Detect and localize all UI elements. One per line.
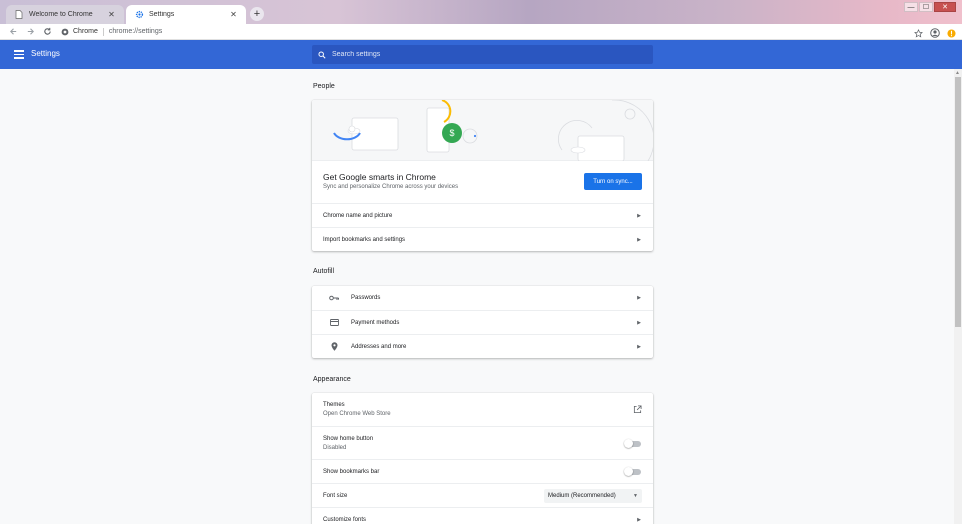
close-icon[interactable]: ✕ bbox=[107, 10, 116, 19]
page-title: Settings bbox=[31, 49, 60, 58]
minimize-button[interactable]: — bbox=[904, 2, 918, 12]
tab-title: Welcome to Chrome bbox=[29, 11, 93, 18]
settings-content: People $ Get Google smarts in Chrome Syn… bbox=[0, 69, 954, 524]
row-label: Chrome name and picture bbox=[323, 212, 393, 219]
row-payment-methods[interactable]: Payment methods ▶ bbox=[312, 310, 653, 334]
settings-header: Settings bbox=[0, 40, 962, 69]
chevron-right-icon: ▶ bbox=[637, 319, 641, 326]
row-label: Import bookmarks and settings bbox=[323, 236, 406, 243]
window-controls: — ☐ ✕ bbox=[904, 2, 956, 12]
hamburger-menu-icon[interactable] bbox=[14, 50, 24, 59]
search-icon bbox=[318, 46, 326, 64]
omnibox-url: chrome://settings bbox=[108, 28, 163, 35]
tab-strip: Welcome to Chrome ✕ Settings ✕ + — ☐ ✕ bbox=[0, 0, 962, 24]
section-title-autofill: Autofill bbox=[313, 268, 335, 275]
forward-arrow-icon[interactable] bbox=[23, 25, 37, 39]
key-icon bbox=[328, 295, 340, 301]
row-label: Show home button bbox=[323, 435, 374, 442]
reload-icon[interactable] bbox=[40, 25, 54, 39]
row-label: Themes bbox=[323, 402, 345, 408]
row-addresses[interactable]: Addresses and more ▶ bbox=[312, 334, 653, 358]
row-customize-fonts[interactable]: Customize fonts ▶ bbox=[312, 507, 653, 524]
chevron-right-icon: ▶ bbox=[637, 343, 641, 350]
section-title-appearance: Appearance bbox=[313, 376, 351, 383]
font-size-select[interactable]: Medium (Recommended) ▼ bbox=[544, 489, 642, 503]
sync-illustration-graphic: $ bbox=[333, 100, 653, 162]
row-chrome-name-picture[interactable]: Chrome name and picture ▶ bbox=[312, 203, 653, 227]
document-icon bbox=[14, 10, 24, 20]
section-title-people: People bbox=[313, 83, 335, 90]
new-tab-button[interactable]: + bbox=[250, 7, 264, 21]
chevron-right-icon: ▶ bbox=[637, 516, 641, 523]
chevron-right-icon: ▶ bbox=[637, 236, 641, 243]
row-font-size: Font size Medium (Recommended) ▼ bbox=[312, 483, 653, 507]
chevron-down-icon: ▼ bbox=[633, 493, 638, 499]
location-pin-icon bbox=[328, 342, 340, 351]
external-link-icon[interactable] bbox=[633, 405, 642, 414]
row-label: Passwords bbox=[351, 295, 381, 301]
people-card: $ Get Google smarts in Chrome Sync and p… bbox=[312, 100, 653, 251]
row-label: Customize fonts bbox=[323, 516, 367, 523]
font-size-value: Medium (Recommended) bbox=[548, 493, 616, 499]
search-input[interactable] bbox=[332, 51, 632, 58]
row-import-bookmarks[interactable]: Import bookmarks and settings ▶ bbox=[312, 227, 653, 251]
svg-text:$: $ bbox=[449, 128, 454, 138]
search-box[interactable] bbox=[312, 45, 653, 64]
back-arrow-icon[interactable] bbox=[6, 25, 20, 39]
scroll-up-arrow-icon[interactable]: ▲ bbox=[955, 70, 960, 76]
page-scrollbar[interactable]: ▲ bbox=[954, 69, 962, 524]
browser-toolbar: Chrome chrome://settings bbox=[0, 24, 962, 40]
gear-icon bbox=[134, 10, 144, 20]
row-label: Payment methods bbox=[351, 319, 400, 326]
turn-on-sync-button[interactable]: Turn on sync... bbox=[584, 173, 642, 190]
home-button-toggle[interactable] bbox=[624, 439, 641, 448]
row-label: Font size bbox=[323, 492, 348, 499]
sync-promo-title: Get Google smarts in Chrome bbox=[323, 172, 436, 182]
omnibox-site: Chrome bbox=[73, 28, 98, 35]
row-passwords[interactable]: Passwords ▶ bbox=[312, 286, 653, 310]
appearance-card: Themes Open Chrome Web Store Show home b… bbox=[312, 393, 653, 524]
sync-promo: Get Google smarts in Chrome Sync and per… bbox=[312, 161, 653, 203]
chevron-right-icon: ▶ bbox=[637, 212, 641, 219]
row-label: Addresses and more bbox=[351, 343, 407, 350]
scrollbar-thumb[interactable] bbox=[955, 77, 961, 327]
tab-title: Settings bbox=[149, 11, 175, 18]
sync-illustration: $ bbox=[312, 100, 653, 162]
row-show-bookmarks-bar[interactable]: Show bookmarks bar bbox=[312, 459, 653, 483]
bookmarks-bar-toggle[interactable] bbox=[624, 467, 641, 476]
autofill-card: Passwords ▶ Payment methods ▶ Addresses … bbox=[312, 286, 653, 358]
address-bar[interactable]: Chrome chrome://settings bbox=[61, 26, 162, 38]
maximize-button[interactable]: ☐ bbox=[919, 2, 933, 12]
close-icon[interactable]: ✕ bbox=[229, 10, 238, 19]
credit-card-icon bbox=[328, 319, 340, 326]
row-sublabel: Disabled bbox=[323, 444, 347, 451]
chrome-secure-icon bbox=[61, 28, 69, 36]
row-themes[interactable]: Themes Open Chrome Web Store bbox=[312, 393, 653, 426]
sync-promo-subtitle: Sync and personalize Chrome across your … bbox=[323, 184, 459, 190]
row-show-home-button[interactable]: Show home button Disabled bbox=[312, 426, 653, 459]
close-window-button[interactable]: ✕ bbox=[934, 2, 956, 12]
tab-settings[interactable]: Settings ✕ bbox=[126, 5, 246, 24]
row-sublabel: Open Chrome Web Store bbox=[323, 411, 391, 417]
omnibox-divider bbox=[102, 27, 104, 36]
row-label: Show bookmarks bar bbox=[323, 468, 380, 475]
tab-welcome[interactable]: Welcome to Chrome ✕ bbox=[6, 5, 124, 24]
chevron-right-icon: ▶ bbox=[637, 295, 641, 301]
